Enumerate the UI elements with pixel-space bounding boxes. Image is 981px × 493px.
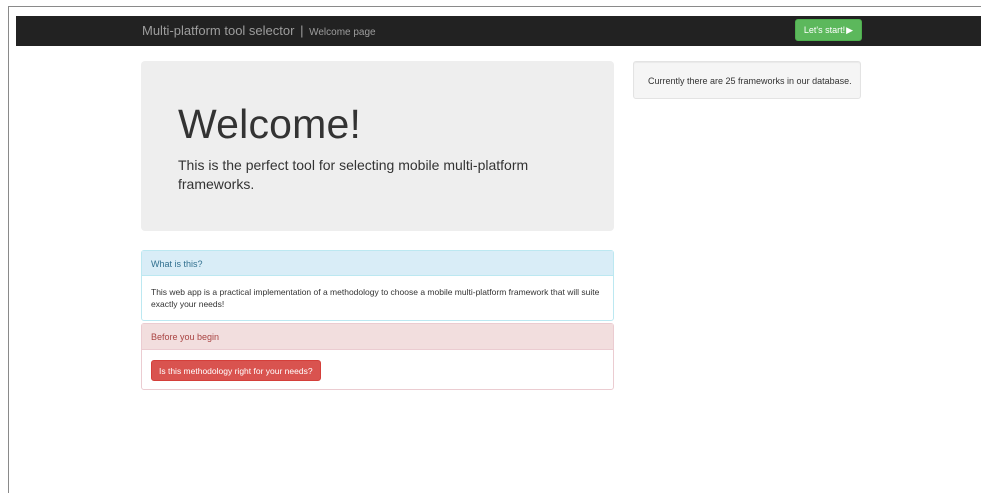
play-icon: ▶: [846, 24, 854, 35]
welcome-heading: Welcome!: [178, 101, 362, 147]
before-you-begin-panel: Before you begin Is this methodology rig…: [141, 323, 614, 390]
methodology-check-button[interactable]: Is this methodology right for your needs…: [151, 360, 321, 381]
frameworks-count-text: Currently there are 25 frameworks in our…: [648, 76, 852, 86]
welcome-jumbotron: Welcome! This is the perfect tool for se…: [141, 61, 614, 231]
navbar-brand[interactable]: Multi-platform tool selector | Welcome p…: [142, 23, 376, 38]
lets-start-label: Let's start!: [803, 25, 846, 35]
welcome-text: This is the perfect tool for selecting m…: [178, 157, 529, 192]
what-is-this-body: This web app is a practical implementati…: [151, 287, 600, 309]
frameworks-count-well: Currently there are 25 frameworks in our…: [633, 61, 861, 99]
lets-start-button[interactable]: Let's start! ▶: [795, 19, 862, 41]
page-subtitle: Welcome page: [309, 27, 376, 38]
brand-separator: |: [300, 23, 304, 38]
what-is-this-heading: What is this?: [142, 251, 613, 276]
before-you-begin-heading: Before you begin: [142, 324, 613, 350]
top-navbar: Multi-platform tool selector | Welcome p…: [16, 16, 981, 46]
what-is-this-panel: What is this? This web app is a practica…: [141, 250, 614, 321]
brand-title[interactable]: Multi-platform tool selector: [142, 23, 294, 38]
